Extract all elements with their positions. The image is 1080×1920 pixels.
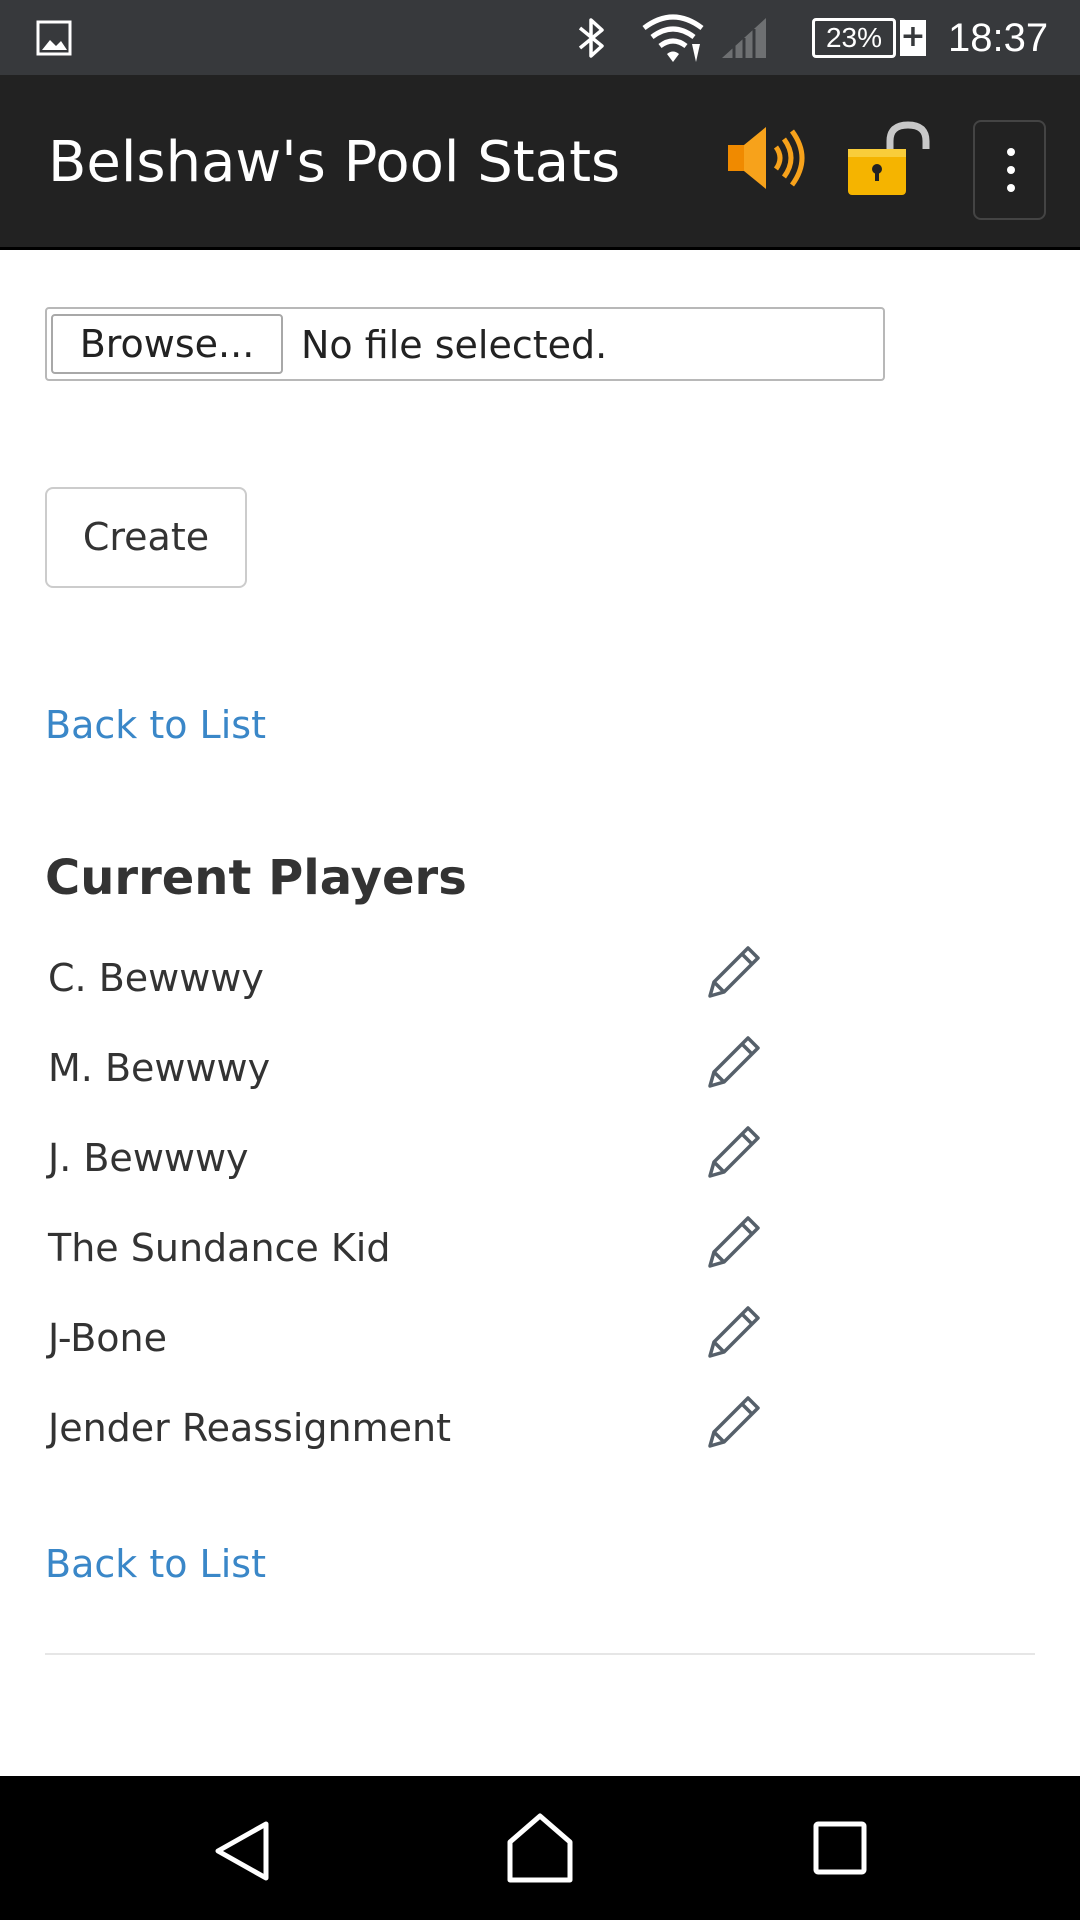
player-name: C. Bewwwy: [48, 956, 264, 1000]
player-name: M. Bewwwy: [48, 1046, 271, 1090]
more-vert-icon-dot-3: [1007, 184, 1015, 192]
pencil-icon[interactable]: [704, 942, 764, 1002]
file-status-text: No file selected.: [301, 323, 608, 367]
battery-charging-icon: +: [900, 19, 926, 56]
footer-divider: [45, 1653, 1035, 1655]
status-clock: 18:37: [948, 16, 1049, 60]
player-name: J. Bewwwy: [48, 1136, 249, 1180]
list-item: J-Bone: [48, 1302, 768, 1374]
back-to-list-link[interactable]: Back to List: [45, 701, 266, 749]
app-title: Belshaw's Pool Stats: [48, 130, 621, 195]
back-to-list-link[interactable]: Back to List: [45, 1540, 266, 1588]
list-item: C. Bewwwy: [48, 942, 768, 1014]
signal-icon: [722, 18, 766, 58]
more-options-button[interactable]: [973, 120, 1046, 220]
app-bar: Belshaw's Pool Stats: [0, 75, 1080, 247]
pencil-icon[interactable]: [704, 1212, 764, 1272]
list-item: J. Bewwwy: [48, 1122, 768, 1194]
browse-button[interactable]: Browse...: [51, 314, 283, 374]
more-vert-icon-dot-2: [1007, 166, 1015, 174]
pencil-icon[interactable]: [704, 1302, 764, 1362]
more-vert-icon: [1007, 148, 1015, 156]
list-item: The Sundance Kid: [48, 1212, 768, 1284]
pencil-icon[interactable]: [704, 1032, 764, 1092]
player-name: Jender Reassignment: [48, 1406, 451, 1450]
list-item: Jender Reassignment: [48, 1392, 768, 1464]
battery-percent: 23%: [812, 18, 896, 58]
list-item: M. Bewwwy: [48, 1032, 768, 1104]
status-bar: 23% + 18:37: [0, 0, 1080, 75]
pencil-icon[interactable]: [704, 1122, 764, 1182]
home-icon[interactable]: [504, 1812, 576, 1884]
current-players-heading: Current Players: [45, 850, 467, 906]
bluetooth-icon: [578, 18, 604, 58]
create-button[interactable]: Create: [45, 487, 247, 588]
player-name: The Sundance Kid: [48, 1226, 391, 1270]
unlocked-padlock-icon[interactable]: [846, 119, 938, 197]
battery-indicator: 23% +: [812, 18, 926, 58]
navigation-bar: [0, 1776, 1080, 1920]
wifi-icon: [642, 14, 704, 62]
app-bar-divider: [0, 247, 1080, 250]
player-name: J-Bone: [48, 1316, 167, 1360]
recent-apps-icon[interactable]: [812, 1820, 868, 1876]
speaker-icon[interactable]: [726, 123, 810, 193]
pencil-icon[interactable]: [704, 1392, 764, 1452]
back-icon[interactable]: [210, 1818, 276, 1884]
file-input[interactable]: Browse... No file selected.: [45, 307, 885, 381]
gallery-icon: [36, 20, 72, 56]
